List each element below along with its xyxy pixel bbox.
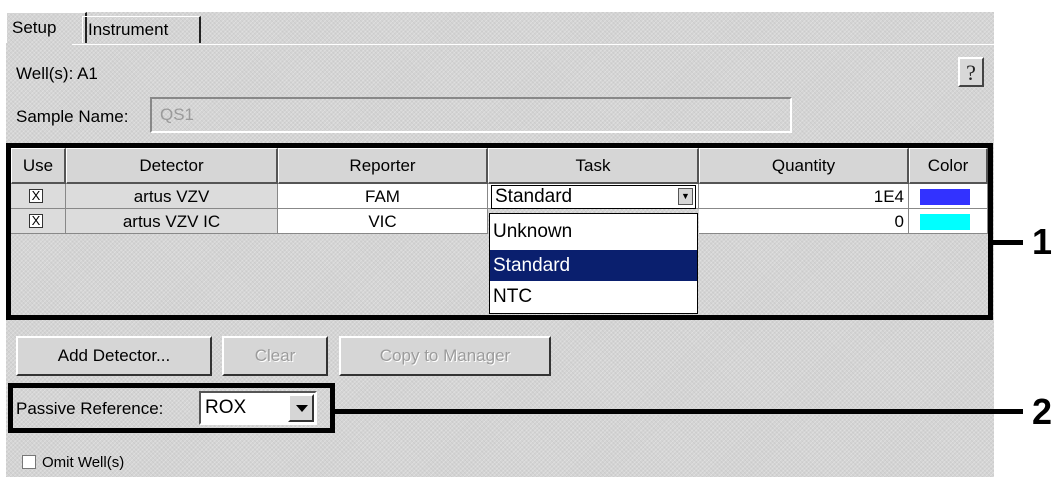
color-swatch-row1[interactable] [920,189,970,205]
callout-1: 1 [1032,221,1053,262]
add-detector-button[interactable]: Add Detector... [16,336,212,376]
tab-setup[interactable]: Setup [6,12,87,43]
quantity-cell-row2[interactable]: 0 [699,209,909,234]
dropdown-option-standard[interactable]: Standard [490,250,697,281]
help-button[interactable]: ? [958,57,984,87]
header-use[interactable]: Use [11,148,66,184]
omit-wells-label: Omit Well(s) [42,454,125,471]
sample-name-input[interactable]: QS1 [150,97,792,133]
clear-button[interactable]: Clear [222,336,328,376]
task-select-row1[interactable]: Standard [491,185,696,209]
chevron-down-icon[interactable]: ▼ [678,188,693,205]
use-checkbox-row2[interactable]: X [29,214,43,228]
omit-wells-checkbox[interactable] [22,455,36,469]
use-checkbox-row1[interactable]: X [29,189,43,203]
reporter-cell-row2[interactable]: VIC [278,209,488,234]
wells-row: Well(s): A1 [16,64,98,84]
header-reporter[interactable]: Reporter [278,148,488,184]
color-swatch-row2[interactable] [920,214,970,230]
header-color[interactable]: Color [909,148,988,184]
chevron-down-icon[interactable] [288,394,314,422]
wells-label: Well(s): [16,64,74,83]
header-task[interactable]: Task [488,148,699,184]
callout-leader-1 [993,240,1023,245]
sample-name-label: Sample Name: [16,107,129,126]
quantity-cell-row1[interactable]: 1E4 [699,184,909,209]
tab-instrument[interactable]: Instrument [82,16,201,43]
callout-leader-2 [335,409,1023,414]
wells-value: A1 [77,64,98,83]
tab-divider [72,44,994,45]
passive-reference-label: Passive Reference: [16,399,164,418]
header-detector[interactable]: Detector [66,148,278,184]
dropdown-option-unknown[interactable]: Unknown [490,216,697,247]
dropdown-option-ntc[interactable]: NTC [490,281,697,312]
detector-cell-row1[interactable]: artus VZV [66,184,278,209]
detector-cell-row2[interactable]: artus VZV IC [66,209,278,234]
copy-to-manager-button[interactable]: Copy to Manager [339,336,551,376]
reporter-cell-row1[interactable]: FAM [278,184,488,209]
callout-2: 2 [1032,391,1053,432]
task-dropdown-list: Unknown Standard NTC [489,213,698,314]
header-quantity[interactable]: Quantity [699,148,909,184]
